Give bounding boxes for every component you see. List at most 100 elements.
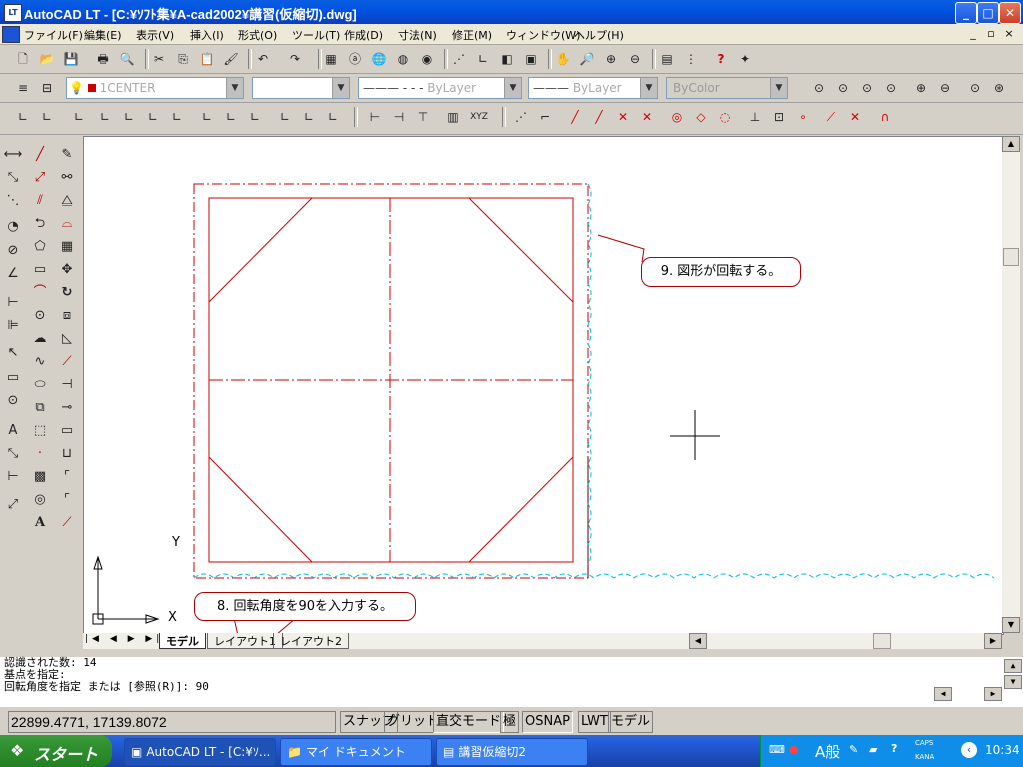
dim-textedit-icon[interactable]: ⤡ — [1, 443, 25, 465]
modify-extend-icon[interactable]: ⊸ — [55, 397, 79, 419]
zoom-realtime-icon[interactable]: 🔎 — [578, 50, 596, 68]
chevron-down-icon[interactable]: ▼ — [226, 78, 243, 98]
chevron-down-icon[interactable]: ▼ — [504, 78, 521, 98]
grid-icon[interactable]: ⋮ — [682, 50, 700, 68]
task-autocad[interactable]: ▣ AutoCAD LT - [C:¥ｿ... — [124, 738, 276, 766]
modify-offset-icon[interactable]: ⌓ — [55, 213, 79, 235]
ucs-origin-icon[interactable]: ∟ — [144, 108, 162, 126]
modify-break-icon[interactable]: ▭ — [55, 420, 79, 442]
scroll-up-icon[interactable]: ▲ — [1002, 136, 1020, 152]
layer-dropdown[interactable]: 💡 1CENTER ▼ — [66, 77, 244, 99]
dim-diameter-icon[interactable]: ⊘ — [1, 240, 25, 262]
web-icon[interactable]: 🌐 — [370, 50, 388, 68]
menu-tools[interactable]: ツール(T) — [292, 27, 340, 43]
chevron-down-icon[interactable]: ▼ — [770, 78, 787, 98]
redo-icon[interactable]: ↷ — [286, 50, 304, 68]
model-toggle[interactable]: モデル — [608, 711, 654, 733]
snap-intersection-icon[interactable]: ✕ — [614, 108, 632, 126]
modify-scale-icon[interactable]: ⧈ — [55, 305, 79, 327]
menu-insert[interactable]: 挿入(I) — [190, 27, 224, 43]
ucs-view-icon[interactable]: ∟ — [120, 108, 138, 126]
task-my-documents[interactable]: 📁 マイ ドキュメント — [280, 738, 432, 766]
properties-icon[interactable]: ◧ — [498, 50, 516, 68]
menu-modify[interactable]: 修正(M) — [452, 27, 492, 43]
osnap-settings-icon[interactable]: ∩ — [876, 108, 894, 126]
modify-fillet-icon[interactable]: ⌜ — [55, 489, 79, 511]
dim-update-icon[interactable]: ⊢ — [1, 466, 25, 488]
ortho-toggle[interactable]: 直交モード — [433, 711, 505, 733]
tab-layout2[interactable]: レイアウト2 — [273, 633, 349, 649]
cmd-scroll-up-icon[interactable]: ▲ — [1004, 659, 1022, 673]
layer-manager-icon[interactable]: ≡ — [14, 79, 32, 97]
cmd-scroll-right-icon[interactable]: ▶ — [984, 687, 1002, 701]
ime-pad-icon[interactable]: ● — [789, 743, 799, 756]
ucs-z-icon[interactable]: ∟ — [276, 108, 294, 126]
menu-window[interactable]: ウィンドウ(W) — [506, 27, 580, 43]
scroll-left-icon[interactable]: ◀ — [689, 633, 707, 649]
menu-file[interactable]: ファイル(F) — [24, 27, 83, 43]
browser-icon[interactable]: ◍ — [394, 50, 412, 68]
chevron-down-icon[interactable]: ▼ — [332, 78, 349, 98]
mdi-minimize-button[interactable]: _ — [966, 27, 980, 40]
dimlinear-icon[interactable]: ⊢ — [366, 108, 384, 126]
modify-stretch-icon[interactable]: ◺ — [55, 328, 79, 350]
save-icon[interactable]: 💾 — [62, 50, 80, 68]
snap-tracking-icon[interactable]: ⋰ — [512, 108, 530, 126]
close-button[interactable]: ✕ — [999, 2, 1021, 24]
dimstyle-icon[interactable]: ▥ — [444, 108, 462, 126]
snap-node-icon[interactable]: ∘ — [794, 108, 812, 126]
dim-ordinate-icon[interactable]: ⋱ — [1, 190, 25, 212]
tray-expand-icon[interactable]: ‹ — [961, 742, 977, 758]
zoom-out-icon[interactable]: ⊖ — [936, 79, 954, 97]
ucs-zaxis-icon[interactable]: ∟ — [168, 108, 186, 126]
help-icon[interactable]: ? — [712, 50, 730, 68]
whats-new-icon[interactable]: ✦ — [736, 50, 754, 68]
ucs-object-icon[interactable]: ∟ — [96, 108, 114, 126]
draw-ellipse-icon[interactable]: ⬭ — [28, 374, 52, 396]
snap-nearest-icon[interactable]: ⟋ — [822, 108, 840, 126]
zoom-center-icon[interactable]: ⊙ — [882, 79, 900, 97]
menu-edit[interactable]: 編集(E) — [84, 27, 122, 43]
dimaligned-icon[interactable]: ⊣ — [390, 108, 408, 126]
zoom-window-icon[interactable]: ⊕ — [602, 50, 620, 68]
scroll-right-icon[interactable]: ▶ — [984, 633, 1002, 649]
draw-arc-icon[interactable]: ⌒ — [28, 282, 52, 304]
snap-center-icon[interactable]: ◎ — [668, 108, 686, 126]
polar-toggle[interactable]: 極 — [500, 711, 520, 733]
ime-help-icon[interactable]: ? — [891, 742, 897, 755]
print-icon[interactable]: 🖶 — [94, 50, 112, 68]
draw-multiline-icon[interactable]: ⫽ — [28, 190, 52, 212]
hyperlink-icon[interactable]: ⓐ — [346, 50, 364, 68]
print-preview-icon[interactable]: 🔍 — [118, 50, 136, 68]
new-file-icon[interactable]: 🗋 — [14, 50, 32, 68]
make-current-icon[interactable]: ⊟ — [38, 79, 56, 97]
snap-apparent-icon[interactable]: ✕ — [638, 108, 656, 126]
draw-make-block-icon[interactable]: ⬚ — [28, 420, 52, 442]
zoom-previous-icon[interactable]: ⊖ — [626, 50, 644, 68]
ime-tool-icon[interactable]: ✎ — [849, 743, 858, 756]
snap-endpoint-icon[interactable]: ╱ — [566, 108, 584, 126]
draw-point-icon[interactable]: · — [28, 443, 52, 465]
menu-format[interactable]: 形式(O) — [238, 27, 277, 43]
dimtext-icon[interactable]: XYZ — [470, 108, 488, 126]
ucs-3point-icon[interactable]: ∟ — [198, 108, 216, 126]
minimize-button[interactable]: _ — [955, 2, 977, 24]
ucs-previous-icon[interactable]: ∟ — [38, 108, 56, 126]
lineweight-dropdown[interactable]: ——— ByLayer ▼ — [528, 77, 658, 99]
linetype-dropdown[interactable]: ——— - - - ByLayer ▼ — [358, 77, 522, 99]
ucs-y-icon[interactable]: ∟ — [246, 108, 264, 126]
match-properties-icon[interactable]: 🖌 — [222, 50, 240, 68]
maximize-button[interactable]: □ — [977, 2, 999, 24]
modify-chamfer-icon[interactable]: ⌜ — [55, 466, 79, 488]
pan-icon[interactable]: ✋ — [554, 50, 572, 68]
draw-spline-icon[interactable]: ∿ — [28, 351, 52, 373]
snap-quadrant-icon[interactable]: ◇ — [692, 108, 710, 126]
snap-none-icon[interactable]: ✕ — [846, 108, 864, 126]
zoom-in-icon[interactable]: ⊕ — [912, 79, 930, 97]
modify-copy-icon[interactable]: ⚯ — [55, 167, 79, 189]
task-excel[interactable]: ▤ 講習仮縮切2 — [436, 738, 588, 766]
cut-icon[interactable]: ✂ — [150, 50, 168, 68]
modify-array-icon[interactable]: ▦ — [55, 236, 79, 258]
dim-radius-icon[interactable]: ◔ — [1, 216, 25, 238]
draw-text-icon[interactable]: A — [28, 512, 52, 534]
